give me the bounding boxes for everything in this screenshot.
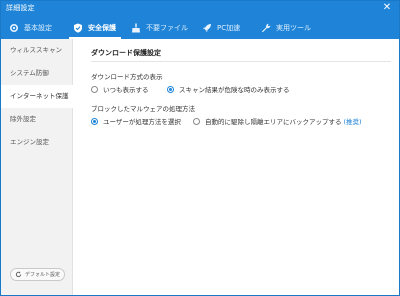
tab-utilities[interactable]: 実用ツール (261, 17, 311, 39)
gear-icon (9, 23, 19, 33)
radio-button[interactable] (167, 85, 174, 93)
window-title: 詳細設定 (6, 4, 35, 12)
radio-user-choose[interactable]: ユーザーが処理方法を選択 (91, 116, 181, 126)
settings-window: 詳細設定 ✕ 基本設定 安全保護 不要ファイル PC加速 実用ツール ウィルスス… (0, 0, 400, 296)
radio-always-show[interactable]: いつも表示する (91, 84, 149, 94)
malware-handling-label: ブロックしたマルウェアの処理方法 (91, 105, 195, 113)
tab-label: 安全保護 (88, 24, 116, 32)
radio-label: ユーザーが処理方法を選択 (103, 118, 181, 126)
rocket-icon (202, 23, 212, 33)
radio-label: スキャン結果が危険な時のみ表示する (179, 86, 290, 94)
tab-label: 不要ファイル (146, 24, 188, 32)
broom-icon (131, 23, 141, 33)
tab-label: 基本設定 (24, 24, 52, 32)
radio-show-when-dangerous[interactable]: スキャン結果が危険な時のみ表示する (167, 84, 290, 94)
section-title: ダウンロード保護設定 (91, 49, 161, 57)
sidebar-item-system-defense[interactable]: システム防御 (1, 62, 72, 85)
shield-icon (73, 23, 83, 33)
tab-security[interactable]: 安全保護 (73, 17, 116, 39)
radio-button[interactable] (91, 117, 98, 125)
radio-label: 自動的に駆除し隔離エリアにバックアップする (205, 118, 342, 126)
tab-pc-boost[interactable]: PC加速 (202, 17, 240, 39)
tab-bar: 基本設定 安全保護 不要ファイル PC加速 実用ツール (1, 17, 399, 39)
sidebar-item-engine-settings[interactable]: エンジン設定 (1, 131, 72, 154)
close-button[interactable]: ✕ (381, 2, 393, 14)
radio-button[interactable] (91, 85, 98, 93)
wrench-icon (261, 23, 271, 33)
sidebar-item-virus-scan[interactable]: ウィルススキャン (1, 39, 72, 62)
restore-defaults-button[interactable]: デフォルト設定 (10, 268, 65, 281)
section-divider (91, 61, 391, 62)
radio-button[interactable] (193, 117, 200, 125)
title-bar: 詳細設定 ✕ (1, 1, 399, 17)
sidebar-item-internet-protection[interactable]: インターネット保護 (1, 85, 73, 108)
tab-label: 実用ツール (276, 24, 311, 32)
sidebar-item-exclusions[interactable]: 除外設定 (1, 108, 72, 131)
radio-label: いつも表示する (103, 86, 149, 94)
tab-basic-settings[interactable]: 基本設定 (9, 17, 52, 39)
tab-junk-files[interactable]: 不要ファイル (131, 17, 188, 39)
tab-label: PC加速 (217, 24, 241, 32)
radio-auto-remove[interactable]: 自動的に駆除し隔離エリアにバックアップする (推奨) (193, 116, 362, 126)
download-display-label: ダウンロード方式の表示 (91, 73, 163, 81)
sidebar: ウィルススキャン システム防御 インターネット保護 除外設定 エンジン設定 デフ… (1, 39, 73, 295)
recommended-link[interactable]: (推奨) (344, 116, 362, 126)
refresh-icon (15, 271, 22, 278)
main-content: ダウンロード保護設定 ダウンロード方式の表示 いつも表示する スキャン結果が危険… (73, 39, 399, 295)
restore-defaults-label: デフォルト設定 (24, 272, 60, 278)
